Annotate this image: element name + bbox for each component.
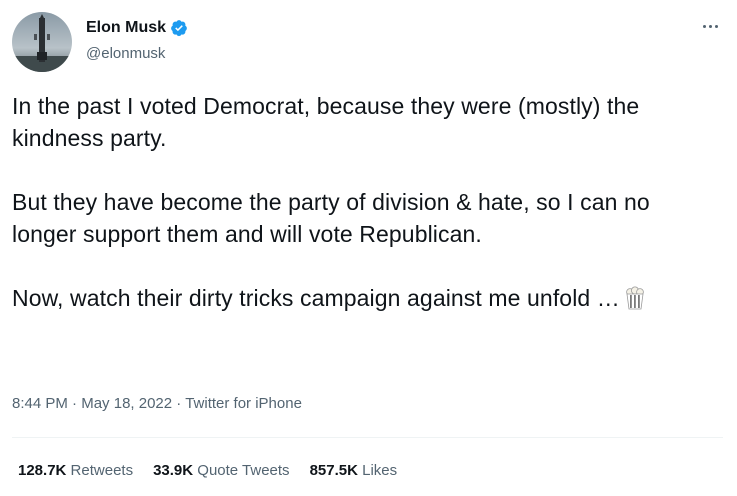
author-name-row[interactable]: Elon Musk [86, 18, 188, 38]
divider [12, 437, 723, 438]
tweet-paragraph-2: But they have become the party of divisi… [12, 189, 650, 247]
engagement-stats: 128.7K Retweets 33.9K Quote Tweets 857.5… [18, 461, 417, 481]
tweet-card: Elon Musk @elonmusk In the past I voted … [0, 0, 737, 496]
popcorn-icon [624, 286, 646, 318]
tweet-paragraph-3-text: Now, watch their dirty tricks campaign a… [12, 285, 620, 311]
tweet-time[interactable]: 8:44 PM [12, 395, 68, 412]
avatar[interactable] [12, 12, 72, 72]
retweets-count: 128.7K [18, 462, 67, 479]
retweets-label: Retweets [70, 462, 134, 479]
more-options-icon[interactable] [697, 16, 723, 36]
author-display-name[interactable]: Elon Musk [86, 18, 166, 38]
tweet-text: In the past I voted Democrat, because th… [12, 90, 712, 318]
tweet-meta: 8:44 PM · May 18, 2022 · Twitter for iPh… [12, 394, 302, 414]
meta-separator-2: · [172, 395, 186, 412]
likes-count: 857.5K [309, 462, 358, 479]
avatar-image [12, 12, 72, 72]
likes-label: Likes [362, 462, 398, 479]
tweet-paragraph-1: In the past I voted Democrat, because th… [12, 93, 640, 151]
meta-separator: · [67, 395, 82, 412]
quote-tweets-count: 33.9K [153, 462, 194, 479]
likes-stat[interactable]: 857.5K Likes [310, 461, 398, 481]
quote-tweets-stat[interactable]: 33.9K Quote Tweets [153, 461, 289, 481]
tweet-source[interactable]: Twitter for iPhone [185, 395, 302, 412]
verified-badge-icon [170, 19, 188, 37]
tweet-date[interactable]: May 18, 2022 [81, 395, 172, 412]
author-handle[interactable]: @elonmusk [86, 44, 165, 64]
quote-tweets-label: Quote Tweets [197, 462, 290, 479]
retweets-stat[interactable]: 128.7K Retweets [18, 461, 133, 481]
tweet-paragraph-3: Now, watch their dirty tricks campaign a… [12, 282, 712, 318]
